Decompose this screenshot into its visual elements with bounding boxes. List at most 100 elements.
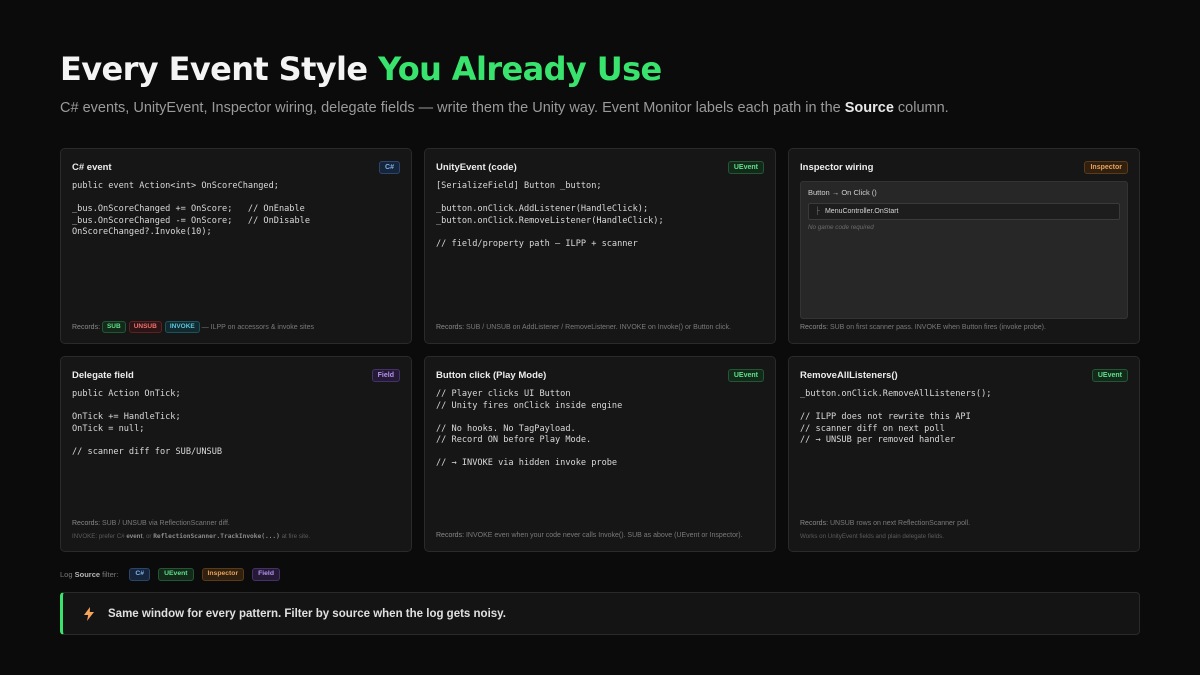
records-label: Records: <box>800 324 829 331</box>
code-block: [SerializeField] Button _button; _button.… <box>436 181 764 250</box>
records-text: SUB on first scanner pass. INVOKE when B… <box>828 324 1046 331</box>
filter-chip-uevent[interactable]: UEvent <box>158 568 194 581</box>
sub-badge: SUB <box>101 320 126 334</box>
source-badge-uevent: UEvent <box>727 368 764 382</box>
code-line: public Action OnTick; <box>72 389 181 399</box>
card-csharp-event: C# event C# public event Action<int> OnS… <box>60 148 412 344</box>
invoke-badge: INVOKE <box>164 320 200 334</box>
note-text: , or <box>142 533 154 540</box>
code-line: // field/property path — ILPP + scanner <box>436 238 638 249</box>
event-style-grid: C# event C# public event Action<int> OnS… <box>60 148 1140 552</box>
card-title: Delegate field <box>72 369 134 381</box>
code-line: _bus.OnScoreChanged += OnScore; // OnEna… <box>72 204 305 214</box>
tip-banner: Same window for every pattern. Filter by… <box>60 592 1140 635</box>
listener-method: MenuController.OnStart <box>824 208 899 215</box>
note-text: INVOKE: prefer C# <box>72 533 127 540</box>
records-label: Records: <box>436 324 465 331</box>
source-filter-bar: Log Source filter: C# UEvent Inspector F… <box>60 568 280 581</box>
invoke-note: INVOKE: prefer C# event, or ReflectionSc… <box>72 532 400 542</box>
filter-chip-cs[interactable]: C# <box>129 568 151 581</box>
records-text: SUB / UNSUB on AddListener / RemoveListe… <box>464 324 731 331</box>
code-line: // → INVOKE via hidden invoke probe <box>436 458 618 468</box>
page-title-accent: You Already Use <box>378 50 662 88</box>
card-footer: Records: SUB on first scanner pass. INVO… <box>800 322 1128 334</box>
records-text: SUB / UNSUB via ReflectionScanner diff. <box>100 520 230 527</box>
code-block: public event Action<int> OnScoreChanged;… <box>72 181 400 239</box>
note-event-keyword: event <box>126 533 143 540</box>
filter-label-text: filter: <box>100 569 119 579</box>
card-title: UnityEvent (code) <box>436 161 517 173</box>
code-line: // scanner diff for SUB/UNSUB <box>72 446 223 457</box>
card-footer: Records: INVOKE even when your code neve… <box>436 530 764 542</box>
card-footer: Records: SUB UNSUB INVOKE — ILPP on acce… <box>72 320 400 334</box>
filter-label-source: Source <box>74 569 101 579</box>
code-line: // scanner diff on next poll <box>800 423 945 434</box>
inspector-onclick-header: Button → On Click () <box>808 188 877 197</box>
subtitle-tail: column. <box>893 100 949 116</box>
filter-label: Log Source filter: <box>60 570 118 579</box>
code-line: public event Action<int> OnScoreChanged; <box>72 181 279 191</box>
card-remove-all-listeners: RemoveAllListeners() UEvent _button.onCl… <box>788 356 1140 552</box>
card-footer: Records: UNSUB rows on next ReflectionSc… <box>800 518 1128 542</box>
lightning-icon <box>83 606 95 621</box>
code-line: OnScoreChanged?.Invoke(10); <box>72 227 212 237</box>
records-label: Records: <box>72 324 101 331</box>
code-block: // Player clicks UI Button// Unity fires… <box>436 389 764 470</box>
code-block: _button.onClick.RemoveAllListeners(); // … <box>800 389 1128 447</box>
source-badge-inspector: Inspector <box>1084 160 1128 174</box>
subtitle-text: C# events, UnityEvent, Inspector wiring,… <box>60 100 845 116</box>
tree-branch-icon: ├ <box>815 208 820 215</box>
code-line: _button.onClick.RemoveAllListeners(); <box>800 389 992 399</box>
inspector-hint: No game code required <box>808 224 874 231</box>
inspector-listener-row[interactable]: ├ MenuController.OnStart <box>808 203 1120 220</box>
card-footer: Records: SUB / UNSUB via ReflectionScann… <box>72 518 400 542</box>
filter-chip-inspector[interactable]: Inspector <box>201 568 245 581</box>
card-title: Inspector wiring <box>800 161 874 173</box>
source-badge-cs: C# <box>379 160 400 174</box>
records-text: INVOKE even when your code never calls I… <box>464 532 743 539</box>
code-line: // Player clicks UI Button <box>436 389 571 399</box>
records-text: UNSUB rows on next ReflectionScanner pol… <box>828 520 971 527</box>
code-line: [SerializeField] Button _button; <box>436 181 602 191</box>
subtitle-source-word: Source <box>844 100 894 116</box>
code-line: _button.onClick.AddListener(HandleClick)… <box>436 204 649 214</box>
card-footer: Records: SUB / UNSUB on AddListener / Re… <box>436 322 764 334</box>
card-title: RemoveAllListeners() <box>800 369 898 381</box>
records-text: — ILPP on accessors & invoke sites <box>199 324 315 331</box>
filter-chip-field[interactable]: Field <box>252 568 280 581</box>
source-badge-uevent: UEvent <box>1091 368 1128 382</box>
card-title: Button click (Play Mode) <box>436 369 547 381</box>
inspector-panel: Button → On Click () ├ MenuController.On… <box>800 181 1128 319</box>
note-text: at fire site. <box>279 533 311 540</box>
page-title: Every Event Style You Already Use <box>60 50 662 88</box>
card-title: C# event <box>72 161 112 173</box>
code-line: _button.onClick.RemoveListener(HandleCli… <box>436 215 664 226</box>
code-line: OnTick += HandleTick; <box>72 412 181 422</box>
records-label: Records: <box>800 520 829 527</box>
source-badge-uevent: UEvent <box>727 160 764 174</box>
code-line: // → UNSUB per removed handler <box>800 435 956 445</box>
card-delegate-field: Delegate field Field public Action OnTic… <box>60 356 412 552</box>
source-badge-field: Field <box>371 368 400 382</box>
filter-label-text: Log <box>60 569 75 579</box>
code-line: // No hooks. No TagPayload. <box>436 423 576 434</box>
note-track-invoke: ReflectionScanner.TrackInvoke(...) <box>153 533 280 540</box>
code-block: public Action OnTick; OnTick += HandleTic… <box>72 389 400 458</box>
works-on-note: Works on UnityEvent fields and plain del… <box>800 533 944 540</box>
code-line: OnTick = null; <box>72 423 145 434</box>
code-line: // ILPP does not rewrite this API <box>800 412 971 422</box>
page-subtitle: C# events, UnityEvent, Inspector wiring,… <box>60 100 949 116</box>
records-label: Records: <box>72 520 101 527</box>
records-label: Records: <box>436 532 465 539</box>
page-title-main: Every Event Style <box>60 50 379 88</box>
card-inspector-wiring: Inspector wiring Inspector Button → On C… <box>788 148 1140 344</box>
tip-message: Same window for every pattern. Filter by… <box>108 607 506 620</box>
